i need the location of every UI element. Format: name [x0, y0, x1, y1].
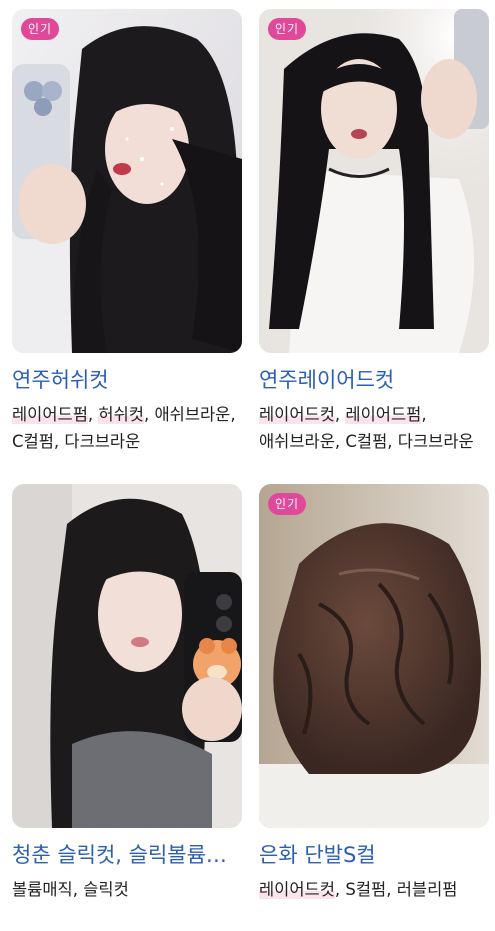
hairstyle-tag: 러블리펌 [396, 880, 458, 899]
hairstyle-card[interactable]: 인기 연주허쉬컷 레이어드펌, 허쉬컷, 애쉬브라운, C컬펌, 다크브라운 [12, 9, 242, 455]
hairstyle-tag: 다크브라운 [397, 432, 474, 451]
hairstyle-tag: 레이어드컷 [259, 405, 335, 424]
tag-separator: , [143, 405, 155, 424]
hairstyle-tag: 레이어드컷 [259, 880, 335, 899]
hairstyle-photo[interactable] [12, 484, 242, 828]
hairstyle-card[interactable]: 청춘 슬릭컷, 슬릭볼륨매직 볼륨매직, 슬릭컷 [12, 484, 242, 903]
hairstyle-tag: C컬펌 [12, 432, 54, 451]
popular-badge: 인기 [268, 18, 307, 40]
hairstyle-photo[interactable]: 인기 [259, 484, 489, 828]
tag-separator: , [53, 432, 65, 451]
tag-separator: , [334, 880, 346, 899]
hairstyle-grid: 인기 연주허쉬컷 레이어드펌, 허쉬컷, 애쉬브라운, C컬펌, 다크브라운 인… [0, 0, 495, 931]
hairstyle-tag: 다크브라운 [64, 432, 141, 451]
hairstyle-tag: 볼륨매직 [12, 880, 73, 899]
hairstyle-tags: 레이어드펌, 허쉬컷, 애쉬브라운, C컬펌, 다크브라운 [12, 401, 242, 455]
hairstyle-tag: C컬펌 [345, 432, 388, 451]
hairstyle-tag: 애쉬브라운 [259, 432, 335, 451]
tag-separator: , [87, 405, 99, 424]
hairstyle-photo[interactable]: 인기 [259, 9, 489, 353]
hairstyle-tag: 레이어드펌 [345, 405, 422, 424]
hairstyle-tags: 볼륨매직, 슬릭컷 [12, 876, 242, 903]
hairstyle-tag: 애쉬브라운 [154, 405, 231, 424]
hairstyle-title[interactable]: 청춘 슬릭컷, 슬릭볼륨매직 [12, 840, 242, 870]
tag-separator: , [334, 405, 346, 424]
selfie-photo-3 [12, 484, 242, 828]
tag-separator: , [230, 405, 236, 424]
tag-separator: , [72, 880, 84, 899]
hairstyle-tag: 레이어드펌 [12, 405, 88, 424]
hairstyle-title[interactable]: 연주허쉬컷 [12, 365, 242, 395]
tag-separator: , [386, 880, 397, 899]
hairstyle-title[interactable]: 연주레이어드컷 [259, 365, 489, 395]
hairstyle-tags: 레이어드컷, S컬펌, 러블리펌 [259, 876, 489, 903]
tag-separator: , [334, 432, 346, 451]
popular-badge: 인기 [268, 493, 307, 515]
hairstyle-tag: S컬펌 [345, 880, 387, 899]
selfie-photo-1 [12, 9, 242, 353]
tag-separator: , [387, 432, 398, 451]
bob-hair-photo-4 [259, 484, 489, 828]
tag-separator: , [421, 405, 427, 424]
hairstyle-card[interactable]: 인기 연주레이어드컷 레이어드컷, 레이어드펌, 애쉬브라운, C컬펌, 다크브… [259, 9, 489, 455]
selfie-photo-2 [259, 9, 489, 353]
hairstyle-tag: 슬릭컷 [83, 880, 129, 899]
hairstyle-card[interactable]: 인기 은화 단발S컬 레이어드컷, S컬펌, 러블리펌 [259, 484, 489, 903]
popular-badge: 인기 [21, 18, 60, 40]
hairstyle-title[interactable]: 은화 단발S컬 [259, 840, 489, 870]
hairstyle-photo[interactable]: 인기 [12, 9, 242, 353]
hairstyle-tags: 레이어드컷, 레이어드펌, 애쉬브라운, C컬펌, 다크브라운 [259, 401, 489, 455]
hairstyle-tag: 허쉬컷 [98, 405, 144, 424]
